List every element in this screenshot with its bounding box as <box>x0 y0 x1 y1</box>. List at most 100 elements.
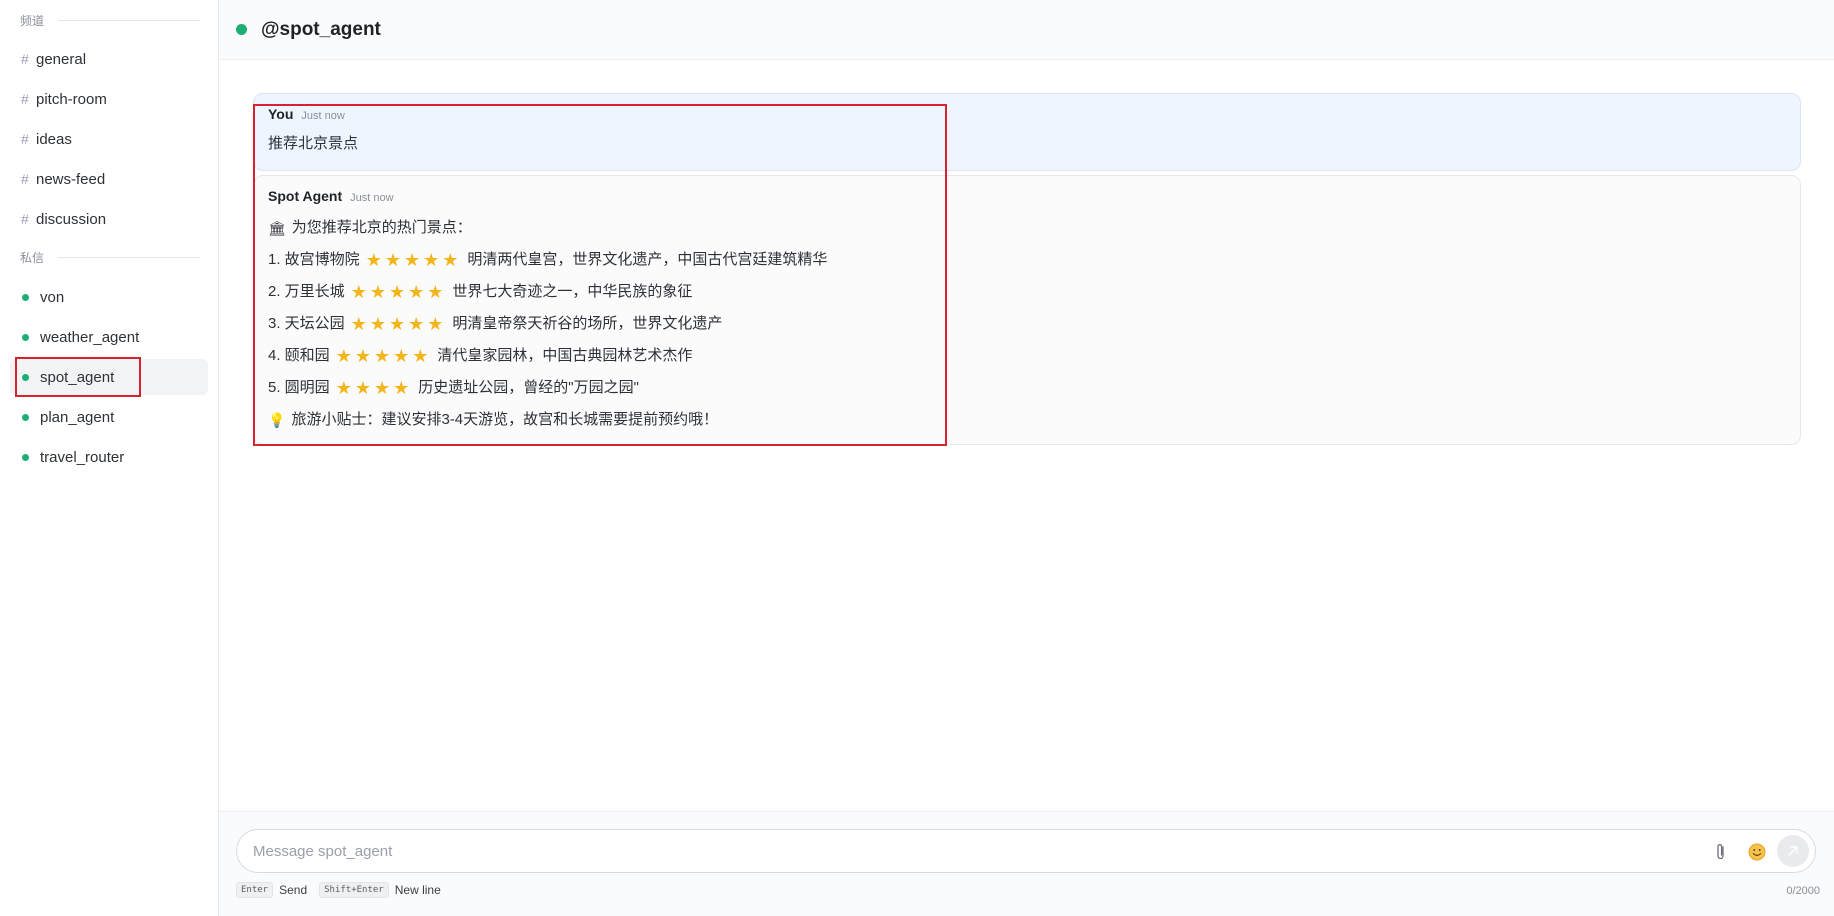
sidebar: 频道 # general # pitch-room # ideas # news… <box>0 0 219 916</box>
star-rating: ★ ★ ★ ★ ★ <box>336 347 432 365</box>
spot-description: 清代皇家园林，中国古典园林艺术杰作 <box>437 347 693 364</box>
star-icon: ★ <box>408 314 425 334</box>
sidebar-item-label: news-feed <box>36 170 106 188</box>
online-status-dot <box>22 453 29 461</box>
star-icon: ★ <box>354 346 371 366</box>
star-icon: ★ <box>403 250 421 270</box>
agent-tip-text: 旅游小贴士：建议安排3-4天游览，故宫和长城需要提前预约哦！ <box>291 411 719 428</box>
star-icon: ★ <box>384 250 401 270</box>
spot-name: 2. 万里长城 <box>268 283 345 300</box>
sidebar-item-label: spot_agent <box>40 368 115 386</box>
message-user: You Just now 推荐北京景点 <box>253 93 1801 171</box>
message-author: You <box>268 106 294 122</box>
sidebar-item-ideas[interactable]: # ideas <box>10 121 208 157</box>
sidebar-item-spot-agent[interactable]: spot_agent <box>10 359 208 395</box>
star-rating: ★ ★ ★ ★ ★ <box>351 283 447 301</box>
send-arrow-icon <box>1788 846 1798 856</box>
sidebar-item-label: plan_agent <box>40 408 115 426</box>
star-icon: ★ <box>393 378 410 398</box>
message-input[interactable] <box>253 842 1653 860</box>
sidebar-item-general[interactable]: # general <box>10 41 208 77</box>
message-time: Just now <box>350 192 394 204</box>
message-agent: Spot Agent Just now 🏛 为您推荐北京的热门景点： 1. 故宫… <box>253 175 1801 445</box>
star-icon: ★ <box>427 314 444 334</box>
online-status-dot <box>22 373 29 381</box>
star-icon: ★ <box>354 378 371 398</box>
online-status-dot <box>22 333 29 341</box>
star-icon: ★ <box>350 314 367 334</box>
message-header: Spot Agent Just now <box>268 188 1786 204</box>
hash-icon: # <box>21 131 29 147</box>
spot-description: 历史遗址公园，曾经的"万园之园" <box>418 379 639 396</box>
star-icon: ★ <box>427 282 444 302</box>
sidebar-item-label: weather_agent <box>40 328 140 346</box>
message-time: Just now <box>301 110 345 122</box>
agent-message-body: 🏛 为您推荐北京的热门景点： 1. 故宫博物院 ★ ★ ★ ★ ★ 明清两代皇宫，世界文化遗… <box>268 212 1786 436</box>
sidebar-item-discussion[interactable]: # discussion <box>10 201 208 237</box>
star-rating: ★ ★ ★ ★ <box>336 379 413 397</box>
spot-list-item: 4. 颐和园 ★ ★ ★ ★ ★ 清代皇家园林，中国古典园林艺术杰作 <box>268 340 1786 372</box>
agent-tip-line: 💡 旅游小贴士：建议安排3-4天游览，故宫和长城需要提前预约哦！ <box>268 404 1786 436</box>
online-status-dot <box>22 413 29 421</box>
paperclip-icon[interactable] <box>1707 838 1735 866</box>
online-status-dot <box>22 293 29 301</box>
channels-list: # general # pitch-room # ideas # news-fe… <box>0 41 218 237</box>
section-divider <box>58 256 200 258</box>
sidebar-item-travel-router[interactable]: travel_router <box>10 439 208 475</box>
sidebar-item-von[interactable]: von <box>10 279 208 315</box>
sidebar-item-label: general <box>36 50 87 68</box>
channels-section-header: 频道 <box>0 10 218 30</box>
spot-name: 5. 圆明园 <box>268 379 330 396</box>
star-icon: ★ <box>423 250 440 270</box>
agent-intro-text: 为您推荐北京的热门景点： <box>291 219 472 236</box>
star-icon: ★ <box>388 282 406 302</box>
hash-icon: # <box>21 171 29 187</box>
send-button[interactable] <box>1777 835 1809 867</box>
spot-list-item: 5. 圆明园 ★ ★ ★ ★ 历史遗址公园，曾经的"万园之园" <box>268 372 1786 404</box>
star-icon: ★ <box>373 346 391 366</box>
char-counter: 0/2000 <box>1786 885 1820 897</box>
spot-name: 1. 故宫博物院 <box>268 251 360 268</box>
star-icon: ★ <box>393 346 410 366</box>
star-icon: ★ <box>369 282 386 302</box>
spot-list-item: 1. 故宫博物院 ★ ★ ★ ★ ★ 明清两代皇宫，世界文化遗产，中国古代宫廷建筑精华 <box>268 244 1786 276</box>
message-text: 推荐北京景点 <box>268 135 359 152</box>
channels-label: 频道 <box>20 13 45 28</box>
star-icon: ★ <box>335 346 352 366</box>
spot-list-item: 2. 万里长城 ★ ★ ★ ★ ★ 世界七大奇迹之一，中华民族的象征 <box>268 276 1786 308</box>
spot-description: 明清两代皇宫，世界文化遗产，中国古代宫廷建筑精华 <box>467 251 828 268</box>
sidebar-item-label: ideas <box>36 130 72 148</box>
spot-name: 4. 颐和园 <box>268 347 330 364</box>
star-icon: ★ <box>442 250 459 270</box>
chat-main: @spot_agent You Just now 推荐北京景点 Spot Age… <box>219 0 1834 916</box>
star-icon: ★ <box>388 314 406 334</box>
star-icon: ★ <box>335 378 352 398</box>
hint-newline-label: New line <box>394 883 441 897</box>
sidebar-item-pitch-room[interactable]: # pitch-room <box>10 81 208 117</box>
sidebar-item-weather-agent[interactable]: weather_agent <box>10 319 208 355</box>
smile-icon[interactable] <box>1743 838 1771 866</box>
spot-name: 3. 天坛公园 <box>268 315 345 332</box>
sidebar-item-label: pitch-room <box>36 90 107 108</box>
landmark-icon: 🏛 <box>268 220 286 236</box>
dm-list: von weather_agent spot_agent plan_agent … <box>0 279 218 475</box>
spot-list-item: 3. 天坛公园 ★ ★ ★ ★ ★ 明清皇帝祭天祈谷的场所，世界文化遗产 <box>268 308 1786 340</box>
kbd-enter: Enter <box>236 882 274 898</box>
star-icon: ★ <box>412 346 429 366</box>
message-author: Spot Agent <box>268 188 343 204</box>
star-icon: ★ <box>369 314 386 334</box>
composer-area: Enter Send Shift+Enter New line 0/2000 <box>219 811 1834 916</box>
agent-intro-line: 🏛 为您推荐北京的热门景点： <box>268 212 1786 244</box>
kbd-shift-enter: Shift+Enter <box>319 882 389 898</box>
sidebar-item-news-feed[interactable]: # news-feed <box>10 161 208 197</box>
star-rating: ★ ★ ★ ★ ★ <box>351 315 447 333</box>
keyboard-hints: Enter Send Shift+Enter New line <box>236 882 441 898</box>
message-composer <box>236 829 1816 873</box>
dm-label: 私信 <box>20 250 45 265</box>
star-icon: ★ <box>350 282 367 302</box>
sidebar-item-plan-agent[interactable]: plan_agent <box>10 399 208 435</box>
dm-section-header: 私信 <box>0 247 218 267</box>
sidebar-item-label: von <box>40 288 65 306</box>
lightbulb-icon: 💡 <box>268 412 286 428</box>
spot-description: 世界七大奇迹之一，中华民族的象征 <box>452 283 693 300</box>
